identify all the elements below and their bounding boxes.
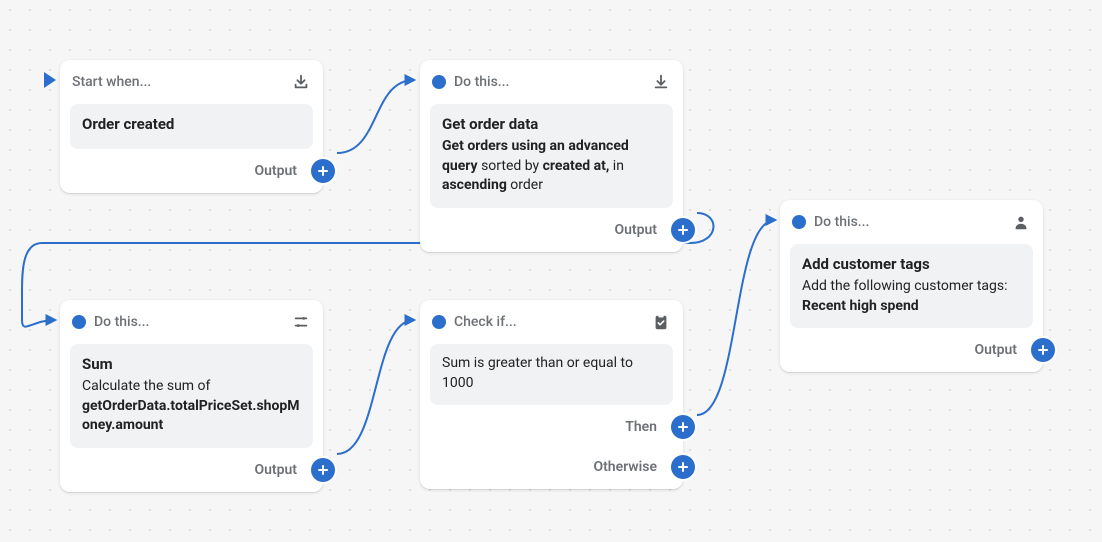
node-footer: Output — [430, 208, 673, 242]
output-label: Then — [625, 419, 673, 435]
output-row: Output — [430, 218, 673, 242]
node-header: Do this... — [70, 310, 313, 334]
person-icon — [1011, 212, 1031, 232]
node-add-customer-tags[interactable]: Do this... Add customer tags Add the fol… — [780, 200, 1043, 372]
node-get-order-data[interactable]: Do this... Get order data Get orders usi… — [420, 60, 683, 252]
node-start[interactable]: Start when... Order created Output — [60, 60, 323, 193]
node-header: Do this... — [790, 210, 1033, 234]
workflow-canvas[interactable]: Start when... Order created Output Do th… — [0, 0, 1102, 542]
node-header-title: Do this... — [814, 214, 1003, 230]
node-footer: Then Otherwise — [430, 405, 673, 479]
output-label: Output — [254, 462, 313, 478]
import-icon — [291, 72, 311, 92]
node-body: Order created — [70, 104, 313, 149]
node-body-desc: Add the following customer tags: Recent … — [802, 277, 1021, 316]
add-then-button[interactable] — [671, 415, 695, 439]
node-header: Check if... — [430, 310, 673, 334]
node-footer: Output — [70, 149, 313, 183]
start-trigger-icon — [44, 72, 56, 88]
output-row-then: Then — [430, 415, 673, 439]
output-row: Output — [790, 338, 1033, 362]
node-header-title: Do this... — [454, 74, 643, 90]
add-output-button[interactable] — [311, 159, 335, 183]
node-header-title: Do this... — [94, 314, 283, 330]
output-label: Output — [974, 342, 1033, 358]
node-body: Add customer tags Add the following cust… — [790, 244, 1033, 328]
add-output-button[interactable] — [311, 458, 335, 482]
add-otherwise-button[interactable] — [671, 455, 695, 479]
checklist-icon — [651, 312, 671, 332]
output-row-otherwise: Otherwise — [430, 455, 673, 479]
status-dot-icon — [72, 315, 86, 329]
node-header-title: Start when... — [72, 74, 283, 90]
add-output-button[interactable] — [1031, 338, 1055, 362]
node-check[interactable]: Check if... Sum is greater than or equal… — [420, 300, 683, 489]
node-body-condition: Sum is greater than or equal to 1000 — [442, 354, 661, 393]
output-label: Output — [254, 163, 313, 179]
output-label: Otherwise — [593, 459, 673, 475]
node-header: Start when... — [70, 70, 313, 94]
node-body: Get order data Get orders using an advan… — [430, 104, 673, 208]
node-body-title: Add customer tags — [802, 254, 1021, 275]
node-body-title: Order created — [82, 114, 301, 135]
node-footer: Output — [790, 328, 1033, 362]
node-header-title: Check if... — [454, 314, 643, 330]
node-body-desc: Get orders using an advanced query sorte… — [442, 137, 661, 196]
node-body: Sum is greater than or equal to 1000 — [430, 344, 673, 405]
status-dot-icon — [432, 315, 446, 329]
output-row: Output — [70, 458, 313, 482]
output-label: Output — [614, 222, 673, 238]
status-dot-icon — [432, 75, 446, 89]
output-row: Output — [70, 159, 313, 183]
status-dot-icon — [792, 215, 806, 229]
node-body-title: Sum — [82, 354, 301, 375]
node-body: Sum Calculate the sum of getOrderData.to… — [70, 344, 313, 448]
download-icon — [651, 72, 671, 92]
node-header: Do this... — [430, 70, 673, 94]
add-output-button[interactable] — [671, 218, 695, 242]
adjust-icon — [291, 312, 311, 332]
node-body-title: Get order data — [442, 114, 661, 135]
node-body-desc: Calculate the sum of getOrderData.totalP… — [82, 377, 301, 436]
node-sum[interactable]: Do this... Sum Calculate the sum of getO… — [60, 300, 323, 492]
node-footer: Output — [70, 448, 313, 482]
